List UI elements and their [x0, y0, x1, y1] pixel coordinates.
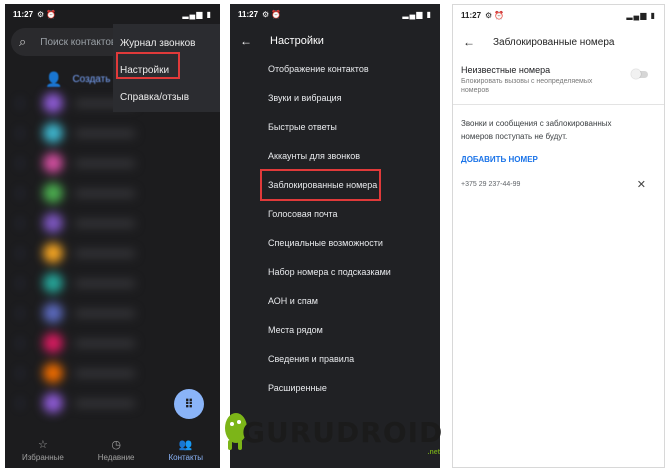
settings-item-nearby-places[interactable]: Места рядом [230, 315, 440, 344]
app-bar: ← Настройки [230, 26, 440, 56]
settings-item-about[interactable]: Сведения и правила [230, 344, 440, 373]
list-item[interactable]: | [5, 268, 220, 298]
settings-gear-icon: ⚙ [262, 9, 270, 19]
signal-battery-icon: ▂▄▆ ▮ [402, 9, 432, 19]
back-arrow-icon[interactable]: ← [463, 35, 475, 49]
logo-wordmark: GURUDROID [242, 416, 444, 449]
status-time: 11:27 [13, 9, 34, 19]
alarm-icon: ⏰ [271, 9, 282, 19]
page-title: Настройки [270, 35, 324, 47]
divider [453, 104, 664, 105]
clock-icon: ◷ [111, 439, 121, 451]
menu-item-help[interactable]: Справка/отзыв [113, 84, 220, 111]
settings-item-accessibility[interactable]: Специальные возможности [230, 228, 440, 257]
list-item[interactable]: | [5, 358, 220, 388]
blocked-number: +375 29 237-44-99 [461, 181, 521, 188]
toggle-knob [631, 69, 641, 79]
phone-blocked-numbers-screen: 11:27 ⚙ ⏰ ▂▄▆ ▮ ← Заблокированные номера… [452, 4, 665, 468]
settings-item-display[interactable]: Отображение контактов [230, 54, 440, 83]
settings-list: Отображение контактов Звуки и вибрация Б… [230, 54, 440, 402]
page-title: Заблокированные номера [493, 36, 615, 48]
list-item[interactable]: | [5, 238, 220, 268]
highlight-box-settings [116, 52, 180, 79]
phone-settings-screen: 11:27 ⚙ ⏰ ▂▄▆ ▮ ← Настройки Отображение … [230, 4, 440, 468]
status-bar: 11:27 ⚙ ⏰ ▂▄▆ ▮ [5, 4, 220, 24]
nav-contacts[interactable]: 👥 Контакты [168, 438, 203, 462]
nav-contacts-label: Контакты [168, 453, 204, 462]
settings-gear-icon: ⚙ [37, 9, 45, 19]
app-bar: ← Заблокированные номера [453, 27, 664, 57]
search-icon: ⌕ [19, 34, 27, 49]
nav-recent-label: Недавние [97, 453, 135, 462]
settings-item-advanced[interactable]: Расширенные [230, 373, 440, 402]
nav-favorites[interactable]: ☆ Избранные [22, 438, 64, 462]
star-icon: ☆ [37, 439, 48, 451]
add-person-icon: 👤 [45, 71, 63, 87]
settings-item-assisted-dialing[interactable]: Набор номера с подсказками [230, 257, 440, 286]
phone-contacts-screen: 11:27 ⚙ ⏰ ▂▄▆ ▮ ⌕ Поиск контактов 👤 Созд… [5, 4, 220, 468]
settings-item-sounds[interactable]: Звуки и вибрация [230, 83, 440, 112]
list-item[interactable]: | [5, 148, 220, 178]
list-item[interactable]: | [5, 118, 220, 148]
screenshot-collage: 11:27 ⚙ ⏰ ▂▄▆ ▮ ⌕ Поиск контактов 👤 Созд… [0, 0, 670, 471]
gurudroid-logo: GURUDROID .net [220, 408, 442, 462]
close-icon[interactable]: ✕ [637, 178, 646, 191]
settings-item-quick-replies[interactable]: Быстрые ответы [230, 112, 440, 141]
alarm-icon: ⏰ [46, 9, 57, 19]
people-icon: 👥 [178, 439, 193, 451]
create-contact-label: Создать [72, 74, 111, 85]
settings-item-voicemail[interactable]: Голосовая почта [230, 199, 440, 228]
settings-gear-icon: ⚙ [485, 10, 493, 20]
create-contact-row[interactable]: 👤 Создать [45, 71, 110, 88]
logo-suffix: .net [427, 449, 440, 456]
unknown-numbers-subtitle: Блокировать вызовы с неопределяемых номе… [461, 78, 593, 94]
unknown-numbers-title: Неизвестные номера [461, 65, 551, 75]
list-item[interactable]: | [5, 328, 220, 358]
highlight-box-blocked-numbers [260, 169, 381, 201]
alarm-icon: ⏰ [494, 10, 505, 20]
nav-favorites-label: Избранные [21, 453, 64, 462]
contacts-list-blurred: | | | | | | | | | | | [5, 88, 220, 438]
list-item[interactable]: | [5, 208, 220, 238]
signal-battery-icon: ▂▄▆ ▮ [182, 9, 212, 19]
back-arrow-icon[interactable]: ← [240, 34, 252, 48]
bottom-navigation: ☆ Избранные ◷ Недавние 👥 Контакты [5, 432, 220, 468]
list-item[interactable]: | [5, 178, 220, 208]
status-time: 11:27 [461, 10, 482, 20]
status-bar: 11:27 ⚙ ⏰ ▂▄▆ ▮ [453, 5, 664, 25]
status-time: 11:27 [238, 9, 259, 19]
settings-item-caller-id-spam[interactable]: АОН и спам [230, 286, 440, 315]
blocked-info-text: Звонки и сообщения с заблокированных ном… [461, 119, 612, 141]
add-number-button[interactable]: ДОБАВИТЬ НОМЕР [461, 155, 538, 164]
unknown-numbers-toggle[interactable] [631, 69, 648, 79]
status-bar: 11:27 ⚙ ⏰ ▂▄▆ ▮ [230, 4, 440, 24]
nav-recent[interactable]: ◷ Недавние [98, 438, 135, 462]
unknown-numbers-setting[interactable]: Неизвестные номера Блокировать вызовы с … [461, 65, 656, 95]
settings-item-calling-accounts[interactable]: Аккаунты для звонков [230, 141, 440, 170]
search-placeholder: Поиск контактов [40, 36, 117, 48]
signal-battery-icon: ▂▄▆ ▮ [626, 10, 656, 20]
dialpad-icon: ⠿ [184, 397, 194, 411]
list-item[interactable]: | [5, 298, 220, 328]
dialpad-fab[interactable]: ⠿ [174, 389, 204, 419]
